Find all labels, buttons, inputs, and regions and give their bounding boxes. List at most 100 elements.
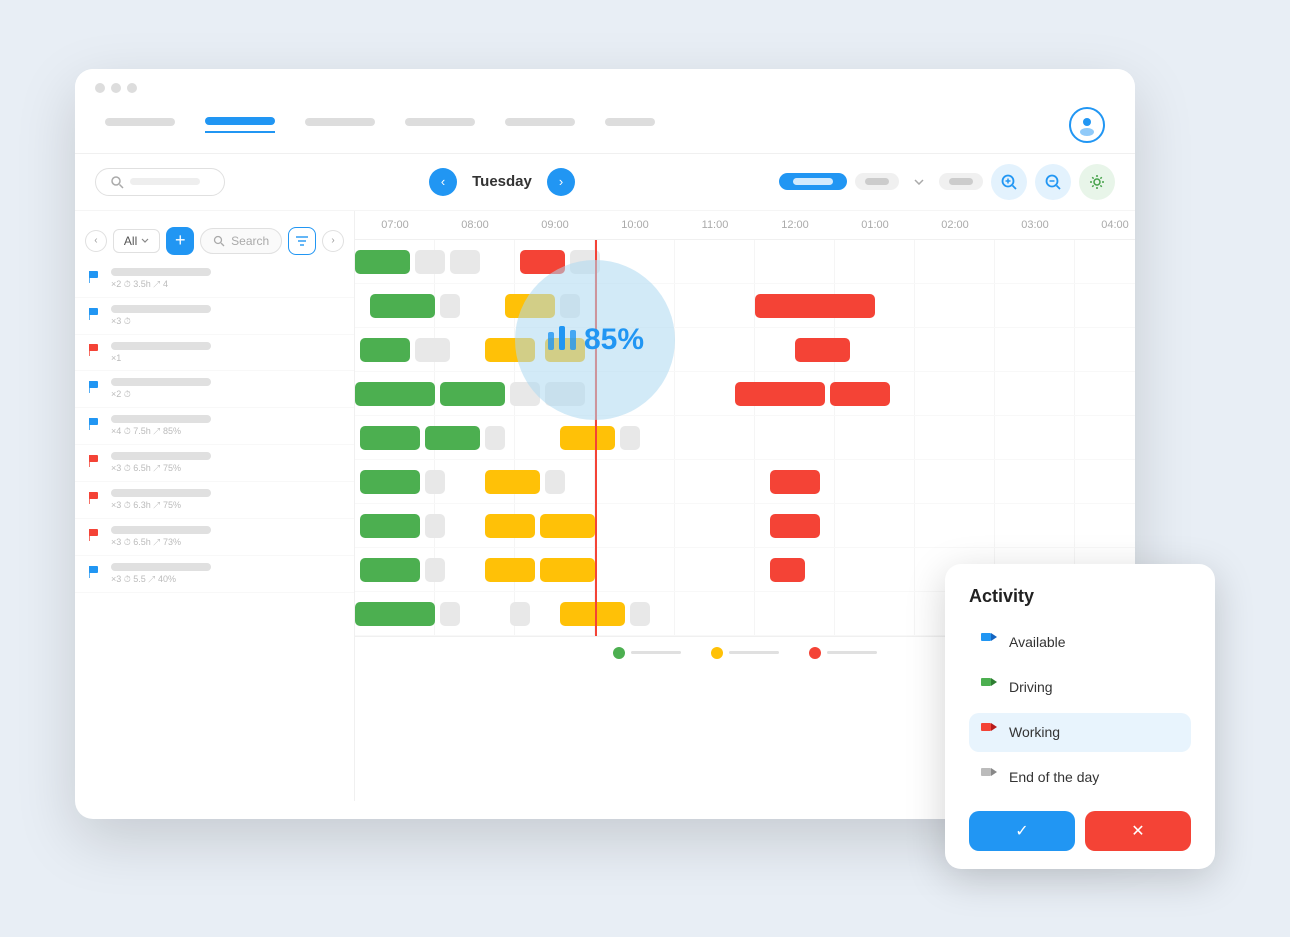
- sidebar-add-button[interactable]: +: [166, 227, 194, 255]
- bar-row3-4[interactable]: [735, 382, 825, 406]
- prev-day-button[interactable]: ‹: [429, 168, 457, 196]
- zoom-in-button[interactable]: [991, 164, 1027, 200]
- outer-wrapper: ‹ Tuesday ›: [75, 69, 1215, 869]
- sidebar-toolbar: ‹ All + Search ›: [75, 221, 354, 261]
- sidebar-prev-button[interactable]: ‹: [85, 230, 107, 252]
- settings-button[interactable]: [1079, 164, 1115, 200]
- bar-row4-4[interactable]: [620, 426, 640, 450]
- bar-row5-1[interactable]: [425, 470, 445, 494]
- bar-row2-0[interactable]: [360, 338, 410, 362]
- driver-row-6[interactable]: ×3 ⏱ 6.3h ↗ 75%: [75, 482, 354, 519]
- filter-input[interactable]: [95, 168, 225, 196]
- driver-stats-5: ×3 ⏱ 6.5h ↗ 75%: [111, 463, 340, 474]
- bar-row4-0[interactable]: [360, 426, 420, 450]
- popup-item-end-of-day[interactable]: End of the day: [969, 758, 1191, 797]
- driver-row-2[interactable]: ×1: [75, 335, 354, 371]
- driver-row-4[interactable]: ×4 ⏱ 7.5h ↗ 85%: [75, 408, 354, 445]
- nav-item-settings[interactable]: [605, 118, 655, 132]
- bar-row4-3[interactable]: [560, 426, 615, 450]
- driver-stats-0: ×2 ⏱ 3.5h ↗ 4: [111, 279, 340, 290]
- bubble-chart-icon: [546, 322, 578, 357]
- nav-item-dashboard[interactable]: [105, 118, 175, 132]
- zoom-out-button[interactable]: [1035, 164, 1071, 200]
- driver-row-3[interactable]: ×2 ⏱: [75, 371, 354, 408]
- driver-info-6: ×3 ⏱ 6.3h ↗ 75%: [111, 489, 340, 511]
- nav-item-drivers[interactable]: [305, 118, 375, 132]
- timeline-header: 07:0008:0009:0010:0011:0012:0001:0002:00…: [355, 211, 1135, 240]
- bar-row5-4[interactable]: [770, 470, 820, 494]
- time-col-04:00: 04:00: [1075, 219, 1135, 231]
- popup-item-working[interactable]: Working: [969, 713, 1191, 752]
- bar-row0-1[interactable]: [415, 250, 445, 274]
- cancel-button[interactable]: ✕: [1085, 811, 1191, 851]
- bar-row8-0[interactable]: [355, 602, 435, 626]
- dropdown-arrow[interactable]: [907, 170, 931, 194]
- sidebar-more-button[interactable]: ›: [322, 230, 344, 252]
- bar-row8-4[interactable]: [630, 602, 650, 626]
- bar-row2-4[interactable]: [795, 338, 850, 362]
- bar-row2-1[interactable]: [415, 338, 450, 362]
- user-avatar[interactable]: [1069, 107, 1105, 143]
- driver-row-1[interactable]: ×3 ⏱: [75, 298, 354, 335]
- driver-row-8[interactable]: ×3 ⏱ 5.5 ↗ 40%: [75, 556, 354, 593]
- bar-row3-5[interactable]: [830, 382, 890, 406]
- bar-row6-3[interactable]: [540, 514, 595, 538]
- today-button[interactable]: [779, 173, 847, 190]
- bar-row6-4[interactable]: [770, 514, 820, 538]
- bar-row5-0[interactable]: [360, 470, 420, 494]
- bar-row4-1[interactable]: [425, 426, 480, 450]
- driver-stats-1: ×3 ⏱: [111, 316, 340, 327]
- time-col-08:00: 08:00: [435, 219, 515, 231]
- confirm-button[interactable]: ✓: [969, 811, 1075, 851]
- timeline-row-3: [355, 372, 1135, 416]
- driver-name-8: [111, 563, 211, 571]
- driver-row-7[interactable]: ×3 ⏱ 6.5h ↗ 73%: [75, 519, 354, 556]
- dash-button-1[interactable]: [855, 173, 899, 190]
- popup-label-driving: Driving: [1009, 679, 1053, 695]
- bar-row8-3[interactable]: [560, 602, 625, 626]
- popup-item-available[interactable]: Available: [969, 623, 1191, 662]
- timeline-row-5: [355, 460, 1135, 504]
- driver-flag-icon-7: [89, 528, 103, 546]
- bar-row8-1[interactable]: [440, 602, 460, 626]
- bar-row8-2[interactable]: [510, 602, 530, 626]
- bar-row7-2[interactable]: [485, 558, 535, 582]
- bar-row7-3[interactable]: [540, 558, 595, 582]
- bar-row3-0[interactable]: [355, 382, 435, 406]
- driver-stats-2: ×1: [111, 353, 340, 363]
- day-label: Tuesday: [467, 173, 537, 190]
- dash-button-2[interactable]: [939, 173, 983, 190]
- bar-row5-3[interactable]: [545, 470, 565, 494]
- driver-row-5[interactable]: ×3 ⏱ 6.5h ↗ 75%: [75, 445, 354, 482]
- bar-row1-0[interactable]: [370, 294, 435, 318]
- bar-row4-2[interactable]: [485, 426, 505, 450]
- driver-info-4: ×4 ⏱ 7.5h ↗ 85%: [111, 415, 340, 437]
- nav-item-reports[interactable]: [405, 118, 475, 132]
- bar-row3-1[interactable]: [440, 382, 505, 406]
- bar-row7-0[interactable]: [360, 558, 420, 582]
- bar-row5-2[interactable]: [485, 470, 540, 494]
- bar-row0-2[interactable]: [450, 250, 480, 274]
- sidebar-filter-button[interactable]: [288, 227, 316, 255]
- sidebar-search-input[interactable]: Search: [200, 228, 282, 254]
- sidebar-filter-select[interactable]: All: [113, 229, 160, 253]
- next-day-button[interactable]: ›: [547, 168, 575, 196]
- bar-row7-4[interactable]: [770, 558, 805, 582]
- driver-stats-7: ×3 ⏱ 6.5h ↗ 73%: [111, 537, 340, 548]
- nav-item-analytics[interactable]: [505, 118, 575, 132]
- bar-row1-1[interactable]: [440, 294, 460, 318]
- bar-row6-1[interactable]: [425, 514, 445, 538]
- bar-row1-4[interactable]: [755, 294, 875, 318]
- bar-row6-0[interactable]: [360, 514, 420, 538]
- bar-row0-0[interactable]: [355, 250, 410, 274]
- driver-flag-icon-5: [89, 454, 103, 472]
- nav-item-schedule[interactable]: [205, 117, 275, 133]
- driver-list: ×2 ⏱ 3.5h ↗ 4 ×3 ⏱: [75, 261, 354, 593]
- driver-flag-icon-0: [89, 270, 103, 288]
- available-flag-icon: [981, 633, 997, 652]
- driver-row-0[interactable]: ×2 ⏱ 3.5h ↗ 4: [75, 261, 354, 298]
- bar-row6-2[interactable]: [485, 514, 535, 538]
- bar-row7-1[interactable]: [425, 558, 445, 582]
- popup-item-driving[interactable]: Driving: [969, 668, 1191, 707]
- window-dots: [95, 83, 137, 93]
